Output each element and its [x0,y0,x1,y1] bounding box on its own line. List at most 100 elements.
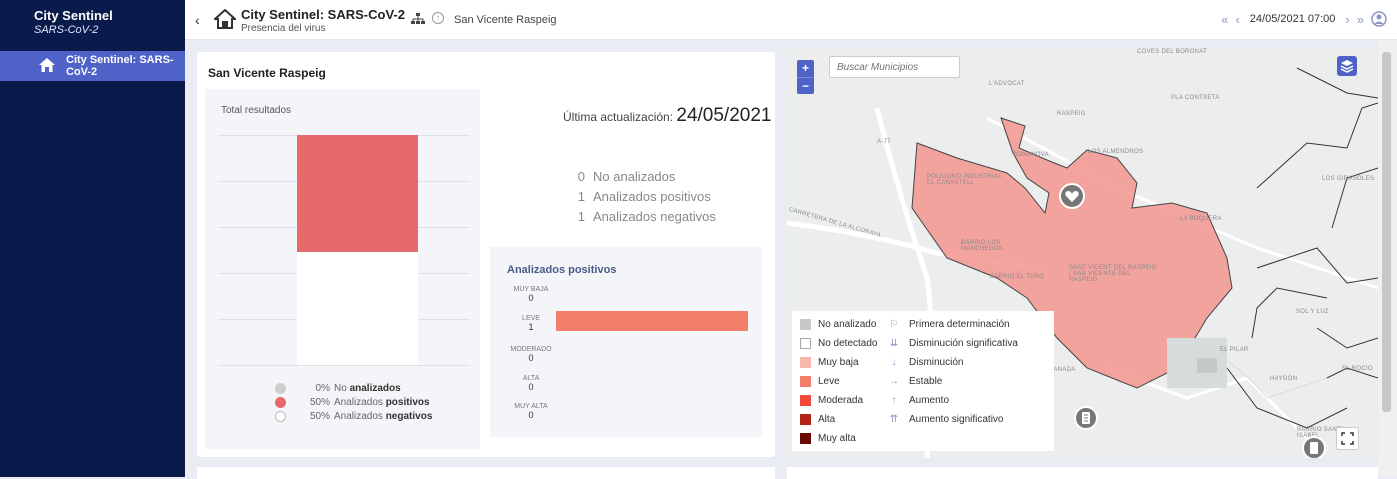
first-date-button[interactable]: « [1221,12,1228,27]
legend-swatch [800,337,811,349]
map-label: SANT VICENT DEL RASPEIG / SAN VICENTE DE… [1069,265,1157,283]
map-label: A-77 [877,139,891,145]
legend-label-bold: negativos [385,410,433,422]
bottom-card-right [787,467,1378,479]
current-datetime[interactable]: 24/05/2021 07:00 [1250,13,1336,25]
zoom-control: + − [797,60,814,94]
legend-trend-aumento-significativo: ⇈ Aumento significativo [888,412,1004,426]
legend-dot [275,410,286,422]
legend-label: Disminución [909,356,964,368]
fullscreen-button[interactable] [1336,427,1359,450]
scrollbar-thumb[interactable] [1382,52,1391,412]
legend-level-moderada: Moderada [800,393,863,407]
fullscreen-icon [1341,432,1354,445]
legend-item[interactable]: 50% Analizados positivos [275,395,432,409]
stat-row: 1 Analizados positivos [569,187,716,207]
legend-trend-estable: → Estable [888,374,942,388]
stat-row: 1 Analizados negativos [569,207,716,227]
legend-level-alta: Alta [800,412,835,426]
legend-label: Muy baja [818,356,859,368]
level-muy-baja: MUY BAJA 0 [510,285,552,303]
map-label: RASPEIG [1057,111,1086,117]
stat-row: 0 No analizados [569,167,716,187]
layers-icon [1340,60,1354,73]
positives-chart: Analizados positivos MUY BAJA 0 LEVE 1 MOD… [490,247,762,437]
map-label: LOS GIRASOLES [1322,176,1375,182]
double-down-arrow-icon: ⇊ [889,337,899,349]
legend-label-bold: analizados [349,382,401,394]
map-label: EL PILAR [1220,347,1249,353]
user-icon[interactable] [1371,11,1387,27]
map[interactable]: COVES DEL BORONAT L'ADVOCAT PLA CONTXETA… [787,48,1378,458]
map-label: L'ADVOCAT [989,81,1025,87]
municipality-title: San Vicente Raspeig [208,66,326,80]
chart-plot-area [218,133,470,366]
stat-label: Analizados negativos [593,209,716,224]
legend-trend-disminucion: ↓ Disminución [888,355,964,369]
right-arrow-icon: → [889,375,899,387]
home-icon [39,58,55,72]
layers-button[interactable] [1337,56,1357,76]
page-title: City Sentinel: SARS-CoV-2 [241,7,405,22]
bar-leve[interactable] [556,311,748,331]
map-label: LOS ALMENDROS [1088,149,1144,155]
legend-label: Muy alta [818,432,856,444]
sensor-marker-icon[interactable] [1302,436,1326,458]
legend-label: Moderada [818,394,864,406]
zoom-in-button[interactable]: + [797,60,814,77]
legend-label: Alta [818,413,836,425]
legend-pct: 50% [309,410,330,422]
municipality-breadcrumb[interactable]: San Vicente Raspeig [454,14,557,26]
legend-swatch [800,432,811,444]
legend-trend-aumento: ↑ Aumento [888,393,950,407]
legend-label: No [334,382,347,394]
level-moderado: MODERADO 0 [510,345,552,363]
municipality-search[interactable] [829,56,960,78]
page-scrollbar[interactable] [1378,40,1397,477]
last-date-button[interactable]: » [1357,12,1364,27]
legend-level-leve: Leve [800,374,840,388]
last-update-value: 24/05/2021 [676,105,772,126]
down-arrow-icon: ↓ [891,356,897,368]
level-value: 1 [528,322,534,332]
hierarchy-icon[interactable] [411,13,425,25]
bar-negativos[interactable] [297,252,418,365]
gridline [218,365,470,366]
app-subtitle: SARS-CoV-2 [34,24,99,36]
map-label: COVES DEL BORONAT [1137,49,1208,55]
app-title: City Sentinel [34,8,113,23]
zoom-out-button[interactable]: − [797,77,814,94]
heart-marker-icon[interactable] [1059,183,1085,209]
map-label: EL ROCIO [1342,366,1373,372]
home-icon[interactable] [214,9,236,29]
stat-count: 0 [577,169,585,184]
flag-icon: ⚐ [889,318,899,330]
legend-dot [275,382,286,394]
next-date-button[interactable]: › [1345,12,1349,27]
sidebar-item-label: City Sentinel: SARS-CoV-2 [66,54,174,78]
legend-item[interactable]: 50% Analizados negativos [275,409,432,423]
brand[interactable]: City Sentinel SARS-CoV-2 [0,0,185,44]
map-label: POLÍGONO INDUSTRIAL EL CANASTELL [927,174,1002,186]
legend-item[interactable]: 0% No analizados [275,381,432,395]
legend-swatch [800,394,811,406]
legend-label: Disminución significativa [909,337,1018,349]
legend-level-muy-baja: Muy baja [800,355,859,369]
level-value: 0 [528,293,534,303]
bar-positivos[interactable] [297,135,418,252]
legend-label: Estable [909,375,943,387]
up-level-icon[interactable]: ↑ [432,12,444,24]
map-legend: No analizado No detectado Muy baja Leve … [792,311,1054,451]
positives-title: Analizados positivos [507,264,617,276]
sensor-marker-icon[interactable] [1074,406,1098,430]
level-value: 0 [528,382,534,392]
map-label: BONANOVA [1013,152,1049,158]
map-label: SOL Y LUZ [1296,309,1329,315]
sidebar-item-city-sentinel[interactable]: City Sentinel: SARS-CoV-2 [0,51,185,81]
back-arrow-icon[interactable]: ‹ [195,12,200,28]
legend-level-no-detectado: No detectado [800,336,878,350]
stat-label: No analizados [593,169,676,184]
prev-date-button[interactable]: ‹ [1235,12,1239,27]
search-input[interactable] [830,57,959,78]
results-card: San Vicente Raspeig Total resultados 0% … [197,52,775,457]
